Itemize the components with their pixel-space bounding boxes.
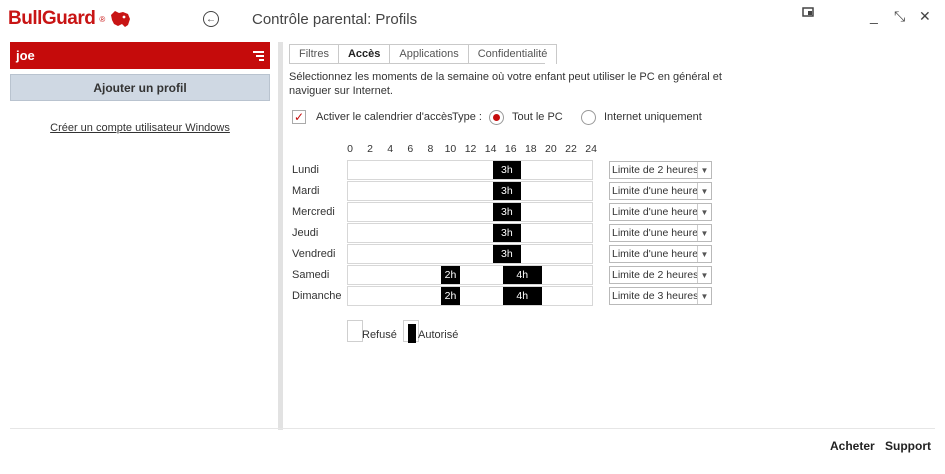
enable-calendar-label: Activer le calendrier d'accès [316, 111, 453, 123]
tab-divider [289, 63, 545, 64]
allowed-time-block[interactable]: 3h [492, 161, 522, 179]
day-timeline[interactable]: 2h 4h [347, 265, 593, 285]
back-button[interactable]: ← [203, 11, 219, 27]
allowed-time-block[interactable]: 3h [492, 224, 522, 242]
allowed-time-block[interactable]: 2h [441, 266, 460, 284]
radio-internet-only-label: Internet uniquement [604, 111, 702, 123]
hour-tick-label: 16 [504, 143, 517, 155]
hour-tick-label: 12 [464, 143, 477, 155]
allowed-time-block[interactable]: 3h [492, 203, 522, 221]
day-timeline[interactable]: 3h [347, 223, 593, 243]
day-label: Dimanche [292, 290, 342, 302]
tab-filtres[interactable]: Filtres [289, 44, 339, 64]
day-label: Vendredi [292, 248, 336, 260]
footer-divider [10, 428, 935, 429]
hour-tick-label: 18 [524, 143, 537, 155]
hour-tick-label: 4 [387, 143, 394, 155]
tab-applications[interactable]: Applications [389, 44, 469, 64]
chevron-down-icon: ▼ [697, 183, 711, 199]
daily-limit-value: Limite de 2 heures [612, 269, 697, 281]
window-snap-button[interactable] [802, 5, 814, 21]
daily-limit-select[interactable]: Limite de 2 heures ▼ [609, 161, 712, 179]
legend-allowed-swatch [408, 324, 416, 343]
hour-tick-label: 20 [545, 143, 557, 155]
daily-limit-select[interactable]: Limite d'une heure ▼ [609, 203, 712, 221]
enable-calendar-checkbox[interactable]: ✓ [292, 110, 306, 124]
day-label: Samedi [292, 269, 330, 281]
allowed-time-block[interactable]: 4h [502, 266, 542, 284]
daily-limit-select[interactable]: Limite d'une heure ▼ [609, 224, 712, 242]
hour-tick-label: 14 [484, 143, 497, 155]
create-windows-account-link[interactable]: Créer un compte utilisateur Windows [10, 122, 270, 134]
legend-allowed-label: Autorisé [418, 329, 459, 341]
profile-item-selected[interactable]: joe [10, 42, 270, 69]
minimize-button[interactable]: _ [870, 8, 878, 24]
hour-tick-label: 10 [444, 143, 457, 155]
day-label: Jeudi [292, 227, 319, 239]
allowed-time-block[interactable]: 3h [492, 245, 522, 263]
hour-tick-label: 0 [347, 143, 353, 155]
bullguard-logo: BullGuard ® [8, 6, 131, 32]
radio-selected-dot [493, 114, 500, 121]
logo-text: BullGuard [8, 8, 96, 29]
daily-limit-select[interactable]: Limite d'une heure ▼ [609, 182, 712, 200]
page-title: Contrôle parental: Profils [252, 11, 418, 28]
day-timeline[interactable]: 3h [347, 202, 593, 222]
close-button[interactable]: ✕ [919, 8, 931, 24]
legend-denied-label: Refusé [362, 329, 397, 341]
bulldog-icon [111, 11, 131, 27]
radio-whole-pc[interactable] [489, 110, 504, 125]
sidebar-scrollbar[interactable] [278, 42, 283, 430]
allowed-time-block[interactable]: 2h [441, 287, 460, 305]
chevron-down-icon: ▼ [697, 267, 711, 283]
day-timeline[interactable]: 3h [347, 160, 593, 180]
allowed-time-block[interactable]: 3h [492, 182, 522, 200]
daily-limit-value: Limite d'une heure [612, 206, 697, 218]
daily-limit-select[interactable]: Limite d'une heure ▼ [609, 245, 712, 263]
support-link[interactable]: Support [885, 439, 931, 453]
radio-whole-pc-label: Tout le PC [512, 111, 563, 123]
checkmark-icon: ✓ [293, 110, 305, 124]
chevron-down-icon: ▼ [697, 246, 711, 262]
menu-icon[interactable] [253, 50, 264, 61]
chevron-down-icon: ▼ [697, 288, 711, 304]
window-snap-icon [802, 7, 814, 17]
day-timeline[interactable]: 3h [347, 181, 593, 201]
arrow-left-icon: ← [206, 13, 216, 25]
hour-tick-label: 22 [565, 143, 577, 155]
hour-tick-label: 24 [585, 143, 597, 155]
day-label: Lundi [292, 164, 319, 176]
daily-limit-value: Limite de 2 heures [612, 164, 697, 176]
hour-tick-label: 8 [427, 143, 434, 155]
daily-limit-value: Limite d'une heure [612, 185, 697, 197]
daily-limit-value: Limite d'une heure [612, 248, 697, 260]
restore-button[interactable]: ⤡ [894, 8, 905, 24]
buy-link[interactable]: Acheter [830, 439, 875, 453]
add-profile-button[interactable]: Ajouter un profil [10, 74, 270, 101]
day-timeline[interactable]: 2h 4h [347, 286, 593, 306]
legend-allowed-swatch-frame [403, 320, 419, 343]
logo-registered-mark: ® [99, 14, 106, 24]
allowed-time-block[interactable]: 4h [502, 287, 542, 305]
hour-tick-label: 2 [367, 143, 373, 155]
daily-limit-select[interactable]: Limite de 3 heures ▼ [609, 287, 712, 305]
type-label: Type : [452, 111, 482, 123]
chevron-down-icon: ▼ [697, 204, 711, 220]
daily-limit-select[interactable]: Limite de 2 heures ▼ [609, 266, 712, 284]
chevron-down-icon: ▼ [697, 162, 711, 178]
chevron-down-icon: ▼ [697, 225, 711, 241]
daily-limit-value: Limite d'une heure [612, 227, 697, 239]
day-label: Mardi [292, 185, 320, 197]
day-label: Mercredi [292, 206, 335, 218]
legend-denied-swatch [347, 320, 363, 342]
radio-internet-only[interactable] [581, 110, 596, 125]
day-timeline[interactable]: 3h [347, 244, 593, 264]
tab-confidentialite[interactable]: Confidentialité [467, 44, 558, 64]
access-description: Sélectionnez les moments de la semaine o… [289, 71, 722, 97]
tab-bar: Filtres Accès Applications Confidentiali… [289, 44, 558, 64]
hour-tick-label: 6 [407, 143, 414, 155]
tab-acces[interactable]: Accès [337, 44, 391, 64]
daily-limit-value: Limite de 3 heures [612, 290, 697, 302]
profile-name: joe [16, 48, 35, 63]
